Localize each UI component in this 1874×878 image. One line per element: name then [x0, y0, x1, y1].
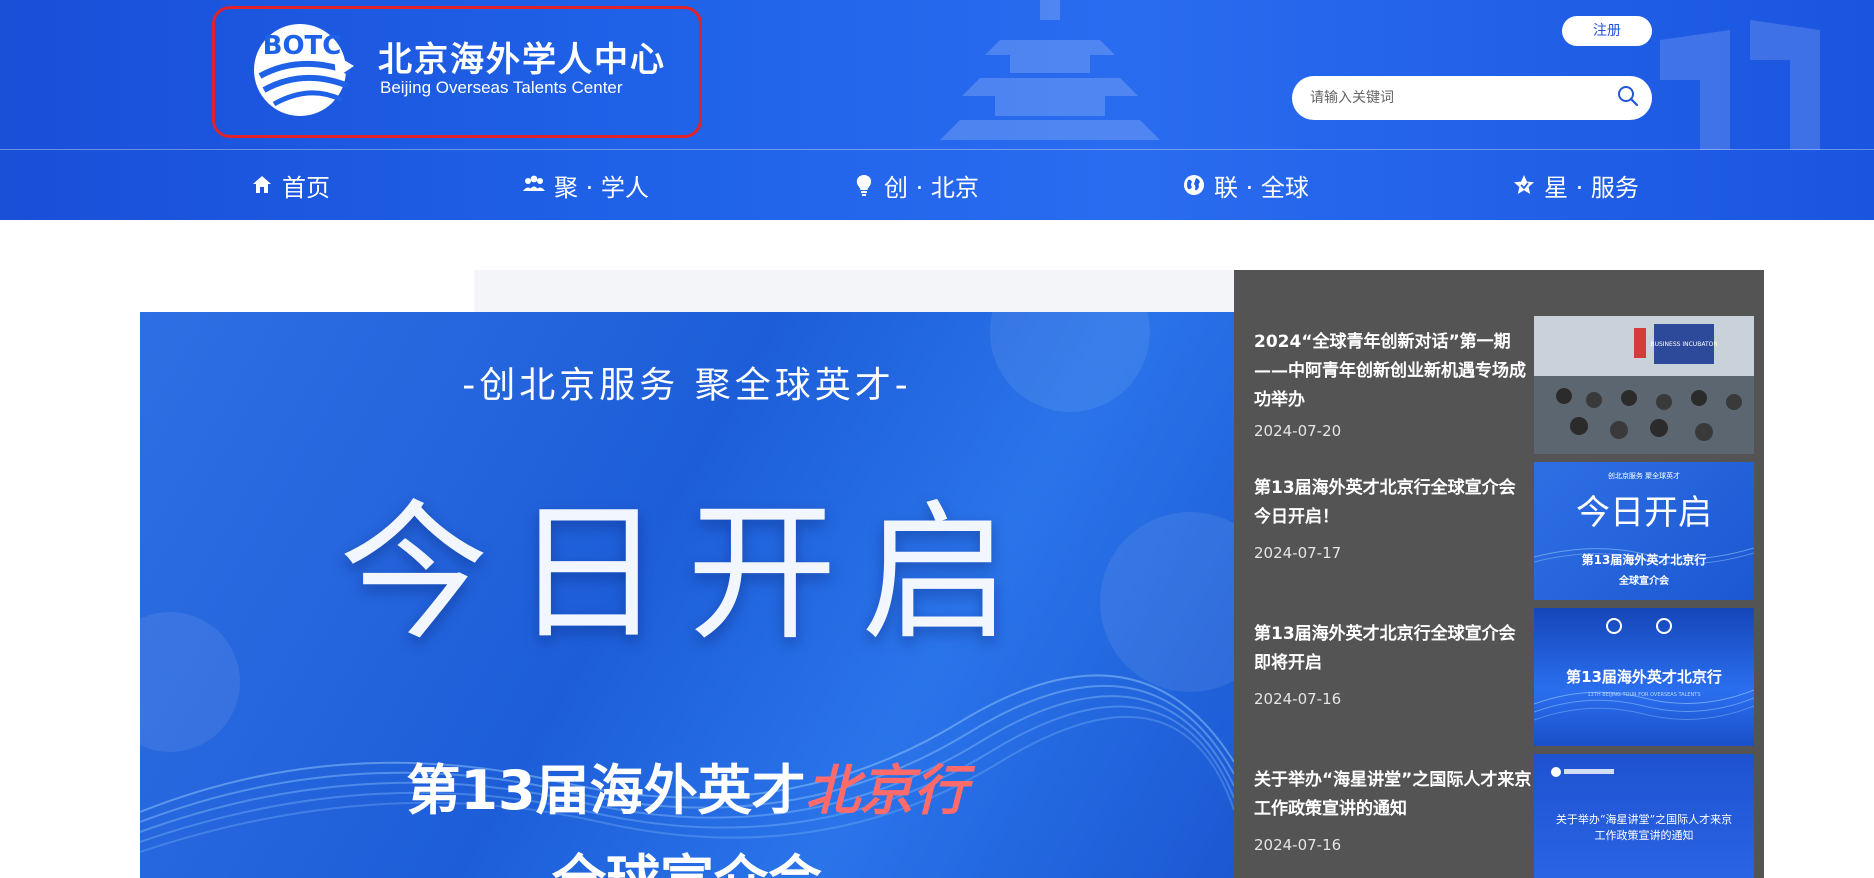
news-item[interactable]: 第13届海外英才北京行全球宣介会即将开启 2024-07-16 第13届海外英才… — [1234, 602, 1764, 748]
hero-banner[interactable]: -创北京服务 聚全球英才- 今日开启 第13届海外英才北京行 全球宣介会 — [140, 312, 1234, 878]
globe-icon — [1184, 175, 1204, 195]
banner-event-prefix: 第13届海外英才 — [406, 759, 806, 822]
news-title[interactable]: 第13届海外英才北京行全球宣介会今日开启！ — [1254, 474, 1532, 532]
news-date: 2024-07-17 — [1254, 544, 1342, 562]
thumb-text: 关于举办“海星讲堂”之国际人才来京工作政策宣讲的通知 — [1555, 813, 1733, 842]
thumb-notice: 关于举办“海星讲堂”之国际人才来京工作政策宣讲的通知 — [1551, 767, 1733, 842]
thumb-en: 13TH BEIJING TOUR FOR OVERSEAS TALENTS — [1588, 692, 1701, 698]
banner-event-title: 第13届海外英才北京行 — [140, 746, 1234, 825]
cctv-building-decoration — [1660, 20, 1820, 150]
meeting-photo: BUSINESS INCUBATOR — [1534, 316, 1754, 454]
thumb-banner: 创北京服务 聚全球英才 今日开启 第13届海外英才北京行 全球宣介会 — [1534, 471, 1754, 587]
home-icon — [253, 176, 271, 193]
news-title[interactable]: 第13届海外英才北京行全球宣介会即将开启 — [1254, 620, 1532, 678]
news-panel: 2024“全球青年创新对话”第一期——中阿青年创新创业新机遇专场成功举办 202… — [1234, 270, 1764, 878]
nav-item-star-service[interactable]: 星 · 服务 — [1512, 164, 1639, 206]
star-icon — [1514, 175, 1534, 194]
news-thumbnail[interactable]: 关于举办“海星讲堂”之国际人才来京工作政策宣讲的通知 — [1534, 754, 1754, 878]
nav-item-innovate-beijing[interactable]: 创 · 北京 — [852, 164, 979, 206]
news-item[interactable]: 第13届海外英才北京行全球宣介会今日开启！ 2024-07-17 创北京服务 聚… — [1234, 456, 1764, 602]
search-input[interactable] — [1310, 84, 1600, 112]
register-button[interactable]: 注册 — [1562, 16, 1652, 46]
thumb-banner: 第13届海外英才北京行 13TH BEIJING TOUR FOR OVERSE… — [1534, 618, 1754, 721]
banner-slogan: -创北京服务 聚全球英才- — [462, 365, 912, 406]
news-date: 2024-07-16 — [1254, 836, 1342, 854]
news-thumbnail[interactable]: 创北京服务 聚全球英才 今日开启 第13届海外英才北京行 全球宣介会 — [1534, 462, 1754, 600]
users-icon — [523, 175, 545, 191]
news-item[interactable]: 关于举办“海星讲堂”之国际人才来京工作政策宣讲的通知 2024-07-16 关于… — [1234, 748, 1764, 878]
thumb-headline: 第13届海外英才北京行 — [1566, 668, 1722, 686]
nav-label: 首页 — [282, 173, 330, 202]
nav-label: 联 · 全球 — [1214, 173, 1309, 202]
thumb-event: 第13届海外英才北京行 — [1582, 552, 1707, 567]
thumb-badge: BUSINESS INCUBATOR — [1650, 341, 1717, 348]
temple-of-heaven-decoration — [940, 0, 1160, 140]
nav-item-scholars[interactable]: 聚 · 学人 — [522, 164, 649, 206]
nav-label: 聚 · 学人 — [554, 173, 649, 202]
search-icon[interactable] — [1616, 84, 1640, 108]
news-title[interactable]: 2024“全球青年创新对话”第一期——中阿青年创新创业新机遇专场成功举办 — [1254, 328, 1532, 415]
thumb-headline: 今日开启 — [1576, 493, 1712, 533]
news-date: 2024-07-20 — [1254, 422, 1342, 440]
search-box — [1292, 76, 1652, 120]
news-title[interactable]: 关于举办“海星讲堂”之国际人才来京工作政策宣讲的通知 — [1254, 766, 1532, 824]
news-thumbnail[interactable]: 第13届海外英才北京行 13TH BEIJING TOUR FOR OVERSE… — [1534, 608, 1754, 746]
thumb-slogan: 创北京服务 聚全球英才 — [1608, 471, 1680, 480]
nav-label: 星 · 服务 — [1544, 173, 1639, 202]
banner-event-subtitle: 全球宣介会 — [140, 836, 1234, 878]
nav-item-home[interactable]: 首页 — [250, 164, 330, 206]
nav-item-connect-global[interactable]: 联 · 全球 — [1182, 164, 1309, 206]
nav-label: 创 · 北京 — [884, 173, 979, 202]
news-date: 2024-07-16 — [1254, 690, 1342, 708]
logo-abbr: BOTC — [263, 31, 342, 61]
banner-event-accent: 北京行 — [805, 758, 968, 822]
news-thumbnail[interactable]: BUSINESS INCUBATOR — [1534, 316, 1754, 454]
news-item[interactable]: 2024“全球青年创新对话”第一期——中阿青年创新创业新机遇专场成功举办 202… — [1234, 310, 1764, 456]
site-name-en[interactable]: Beijing Overseas Talents Center — [380, 78, 623, 98]
site-name-cn[interactable]: 北京海外学人中心 — [378, 32, 666, 81]
bulb-icon — [856, 175, 872, 196]
botc-logo-icon[interactable]: BOTC — [250, 14, 358, 122]
thumb-sub: 全球宣介会 — [1618, 574, 1669, 587]
main-nav: 首页 聚 · 学人 创 · 北京 联 · 全球 星 · 服务 — [0, 150, 1874, 220]
